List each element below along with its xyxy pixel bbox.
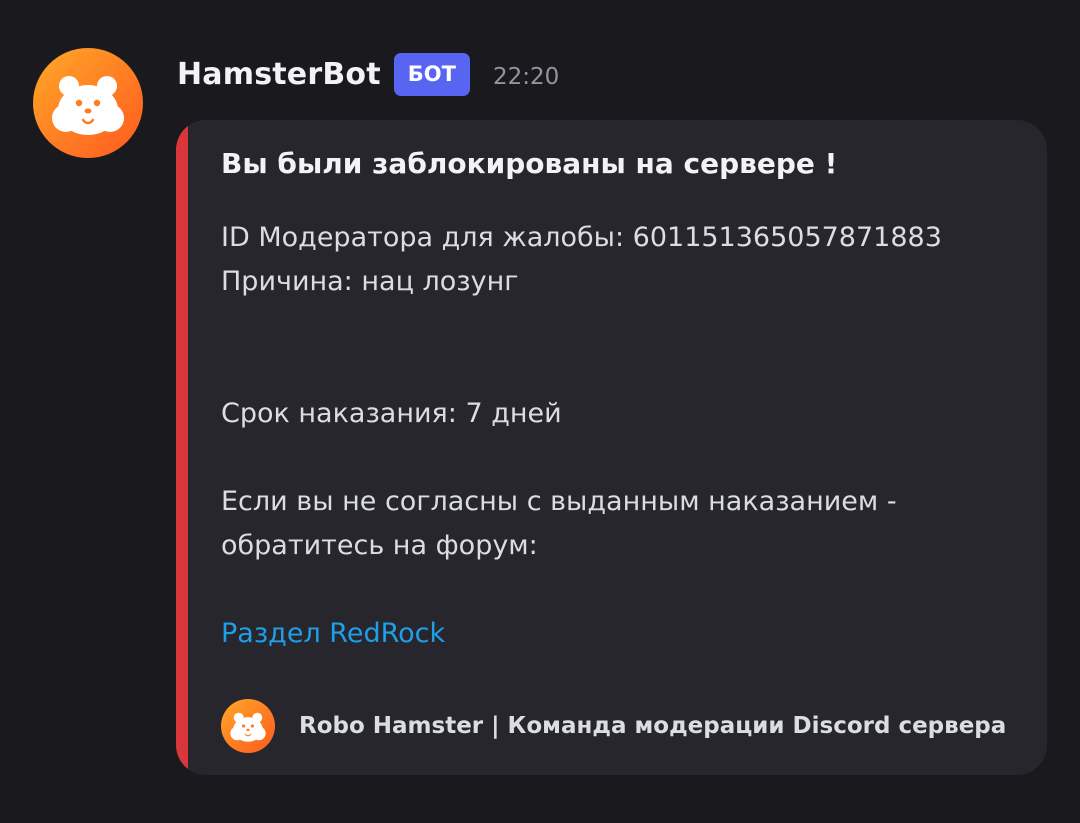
embed-accent-bar — [176, 120, 188, 775]
chat-message: HamsterBot БОТ 22:20 Вы были заблокирова… — [0, 0, 1080, 823]
bot-tag: БОТ — [393, 52, 470, 96]
moderator-id-line: ID Модератора для жалобы: 60115136505787… — [221, 222, 942, 253]
hamster-icon — [230, 712, 266, 742]
message-embed: Вы были заблокированы на сервере ! ID Мо… — [176, 120, 1047, 775]
footer-avatar — [221, 699, 275, 753]
embed-footer-text: Robo Hamster | Команда модерации Discord… — [299, 713, 1007, 739]
message-header: HamsterBot БОТ 22:20 — [177, 52, 559, 96]
embed-description: ID Модератора для жалобы: 60115136505787… — [221, 216, 1021, 656]
embed-title: Вы были заблокированы на сервере ! — [221, 147, 838, 180]
duration-line: Срок наказания: 7 дней — [221, 398, 562, 429]
reason-line: Причина: нац лозунг — [221, 266, 519, 297]
embed-footer: Robo Hamster | Команда модерации Discord… — [221, 698, 1006, 754]
author-avatar[interactable] — [33, 48, 143, 158]
author-username[interactable]: HamsterBot — [177, 57, 381, 92]
appeal-line-2: обратитесь на форум: — [221, 530, 538, 561]
forum-link[interactable]: Раздел RedRock — [221, 612, 1021, 656]
hamster-icon — [52, 76, 124, 135]
appeal-line-1: Если вы не согласны с выданным наказание… — [221, 486, 897, 517]
message-timestamp[interactable]: 22:20 — [493, 64, 559, 90]
